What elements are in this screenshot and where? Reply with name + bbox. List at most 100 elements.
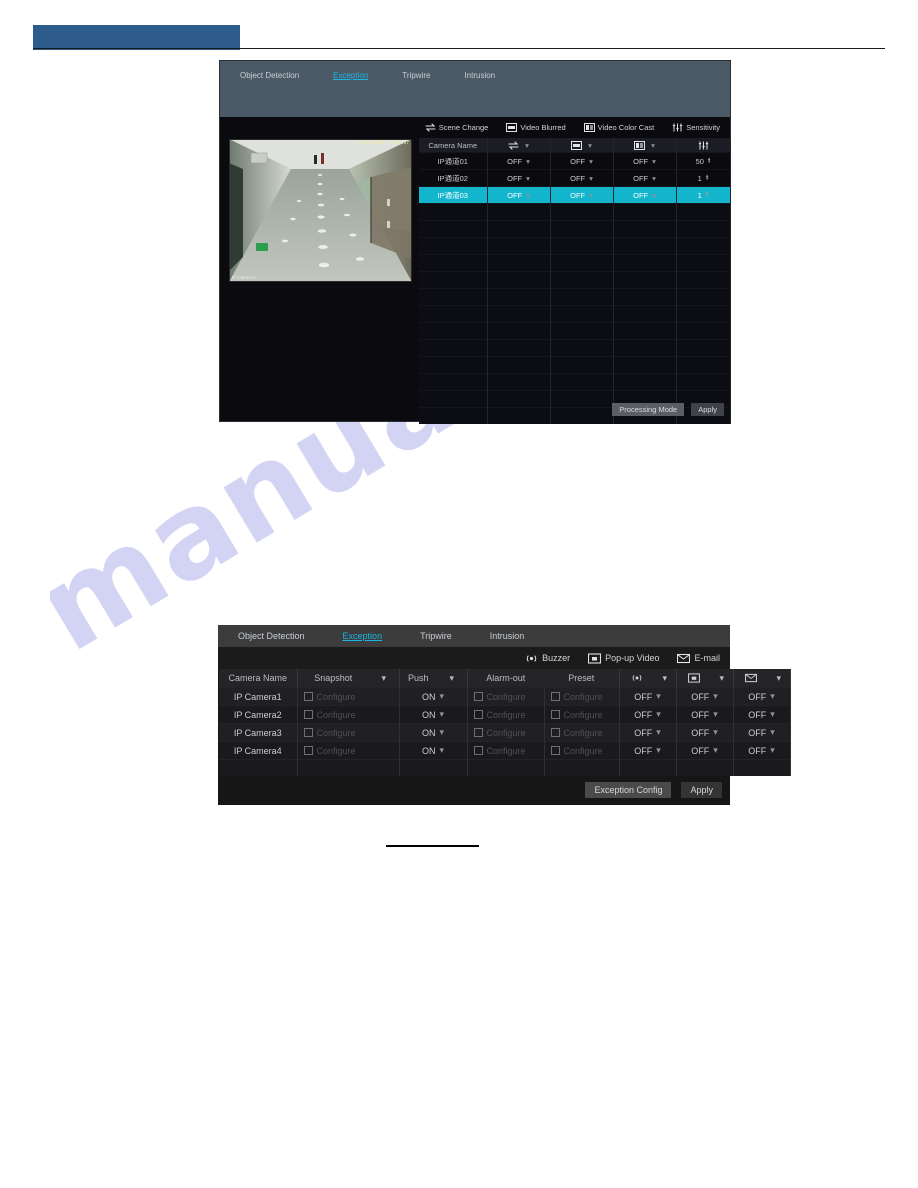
cell-sensitivity[interactable]: 50 ▴ ▾ [676,152,731,170]
live-preview[interactable]: 05/05/2018 15:20:17 IP Camera1 [229,139,412,282]
cell-sensitivity[interactable]: 1 ▴ ▾ [676,186,731,204]
chevron-down-icon[interactable]: ▾ [713,691,718,702]
cell-sensitivity[interactable]: 1 ▴ ▾ [676,169,731,187]
chevron-down-icon[interactable]: ▾ [652,191,656,200]
alarm-out-configure-link[interactable]: Configure [487,692,526,702]
tab-tripwire[interactable]: Tripwire [420,631,452,641]
cell-popup-video[interactable]: OFF ▾ [676,723,734,742]
cell-buzzer[interactable]: OFF ▾ [619,741,677,760]
chevron-down-icon[interactable]: ▾ [589,191,593,200]
preset-checkbox[interactable] [550,746,560,755]
cell-popup-video[interactable]: OFF ▾ [676,705,734,724]
col-header-email-dropdown[interactable]: ▾ [768,669,791,688]
snapshot-checkbox[interactable] [303,692,313,701]
cell-preset[interactable]: Configure [544,723,620,742]
cell-video-color-cast[interactable]: OFF ▾ [613,152,677,170]
preset-configure-link[interactable]: Configure [564,692,603,702]
cell-scene-change[interactable]: OFF ▾ [487,169,551,187]
snapshot-configure-link[interactable]: Configure [317,728,356,738]
cell-video-color-cast[interactable]: OFF ▾ [613,169,677,187]
cell-buzzer[interactable]: OFF ▾ [619,687,677,706]
cell-video-blurred[interactable]: OFF ▾ [550,169,614,187]
cell-preset[interactable]: Configure [544,741,620,760]
preset-configure-link[interactable]: Configure [564,746,603,756]
cell-email[interactable]: OFF ▾ [733,705,791,724]
cell-buzzer[interactable]: OFF ▾ [619,723,677,742]
chevron-down-icon[interactable]: ▾ [656,727,661,738]
apply-button[interactable]: Apply [681,782,722,798]
snapshot-configure-link[interactable]: Configure [317,746,356,756]
chevron-down-icon[interactable]: ▾ [651,141,655,150]
chevron-down-icon[interactable]: ▾ [525,141,529,150]
table-row[interactable]: IP Camera2 Configure ON ▾ Configure Confi… [219,705,791,724]
table-row[interactable]: IP Camera4 Configure ON ▾ Configure Confi… [219,741,791,760]
col-header-buzzer-dropdown[interactable]: ▾ [654,669,677,688]
cell-email[interactable]: OFF ▾ [733,741,791,760]
cell-popup-video[interactable]: OFF ▾ [676,741,734,760]
cell-email[interactable]: OFF ▾ [733,723,791,742]
table-row[interactable]: IP通道02 OFF ▾ OFF ▾ OFF ▾ 1 ▴ ▾ [419,169,731,187]
cell-push[interactable]: ON ▾ [399,687,468,706]
tab-exception[interactable]: Exception [333,71,368,80]
cell-alarm-out[interactable]: Configure [467,741,545,760]
tab-exception[interactable]: Exception [343,631,383,641]
chevron-down-icon[interactable]: ▾ [770,727,775,738]
chevron-down-icon[interactable]: ▾ [713,727,718,738]
chevron-down-icon[interactable]: ▾ [589,174,593,183]
exception-config-button[interactable]: Exception Config [585,782,672,798]
chevron-down-icon[interactable]: ▾ [588,141,592,150]
cell-buzzer[interactable]: OFF ▾ [619,705,677,724]
snapshot-checkbox[interactable] [303,746,313,755]
chevron-down-icon[interactable]: ▾ [439,745,444,756]
col-header-scene-change[interactable]: ▾ [487,138,551,153]
alarm-out-configure-link[interactable]: Configure [487,710,526,720]
table-row-selected[interactable]: IP通道03 OFF ▾ OFF ▾ OFF ▾ 1 ▴ ▾ [419,186,731,204]
chevron-down-icon[interactable]: ▾ [589,157,593,166]
col-header-popup-video-dropdown[interactable]: ▾ [711,669,734,688]
snapshot-configure-link[interactable]: Configure [317,692,356,702]
chevron-down-icon[interactable]: ▾ [439,727,444,738]
cell-alarm-out[interactable]: Configure [467,723,545,742]
chevron-down-icon[interactable]: ▾ [713,745,718,756]
cell-preset[interactable]: Configure [544,687,620,706]
chevron-down-icon[interactable]: ▾ [656,709,661,720]
cell-video-blurred[interactable]: OFF ▾ [550,152,614,170]
preset-configure-link[interactable]: Configure [564,728,603,738]
cell-popup-video[interactable]: OFF ▾ [676,687,734,706]
processing-mode-button[interactable]: Processing Mode [612,403,685,416]
chevron-down-icon[interactable]: ▾ [770,709,775,720]
cell-push[interactable]: ON ▾ [399,723,468,742]
cell-preset[interactable]: Configure [544,705,620,724]
cell-snapshot[interactable]: Configure [297,741,400,760]
table-row[interactable]: IP Camera3 Configure ON ▾ Configure Confi… [219,723,791,742]
cell-alarm-out[interactable]: Configure [467,687,545,706]
cell-push[interactable]: ON ▾ [399,705,468,724]
chevron-down-icon[interactable]: ▾ [770,745,775,756]
chevron-down-icon[interactable]: ▾ [526,174,530,183]
alarm-out-checkbox[interactable] [473,692,483,701]
chevron-down-icon[interactable]: ▾ [713,709,718,720]
apply-button[interactable]: Apply [691,403,724,416]
chevron-down-icon[interactable]: ▾ [439,691,444,702]
chevron-down-icon[interactable]: ▾ [526,157,530,166]
chevron-down-icon[interactable]: ▾ [656,691,661,702]
chevron-down-icon[interactable]: ▾ [526,191,530,200]
cell-alarm-out[interactable]: Configure [467,705,545,724]
preset-checkbox[interactable] [550,728,560,737]
tab-tripwire[interactable]: Tripwire [402,71,430,80]
cell-snapshot[interactable]: Configure [297,723,400,742]
stepper-icon[interactable]: ▴ ▾ [706,174,709,182]
cell-push[interactable]: ON ▾ [399,741,468,760]
col-header-snapshot-dropdown[interactable]: ▾ [369,669,400,688]
table-row[interactable]: IP通道01 OFF ▾ OFF ▾ OFF ▾ 50 ▴ ▾ [419,152,731,170]
preset-checkbox[interactable] [550,692,560,701]
preset-checkbox[interactable] [550,710,560,719]
col-header-push-dropdown[interactable]: ▾ [437,669,468,688]
cell-email[interactable]: OFF ▾ [733,687,791,706]
alarm-out-checkbox[interactable] [473,710,483,719]
cell-scene-change[interactable]: OFF ▾ [487,186,551,204]
alarm-out-configure-link[interactable]: Configure [487,728,526,738]
tab-intrusion[interactable]: Intrusion [490,631,525,641]
tab-object-detection[interactable]: Object Detection [238,631,305,641]
cell-snapshot[interactable]: Configure [297,705,400,724]
